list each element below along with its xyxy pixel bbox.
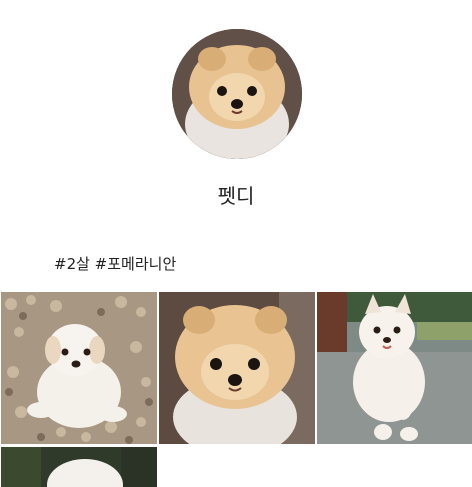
profile-name: 펫디 [217,184,255,208]
profile-avatar[interactable] [172,29,302,159]
photo-tile[interactable] [317,292,472,444]
profile-tags: #2살 #포메라니안 [54,255,177,273]
pomeranian-avatar-icon [172,29,302,159]
puppy-on-gravel-photo-icon [1,292,157,444]
photo-tile[interactable] [1,447,157,487]
photo-tile[interactable] [159,292,315,444]
pomeranian-closeup-photo-icon [159,292,315,444]
white-puppy-running-photo-icon [317,292,472,444]
photo-tile[interactable] [1,292,157,444]
white-puppy-partial-photo-icon [1,447,157,487]
